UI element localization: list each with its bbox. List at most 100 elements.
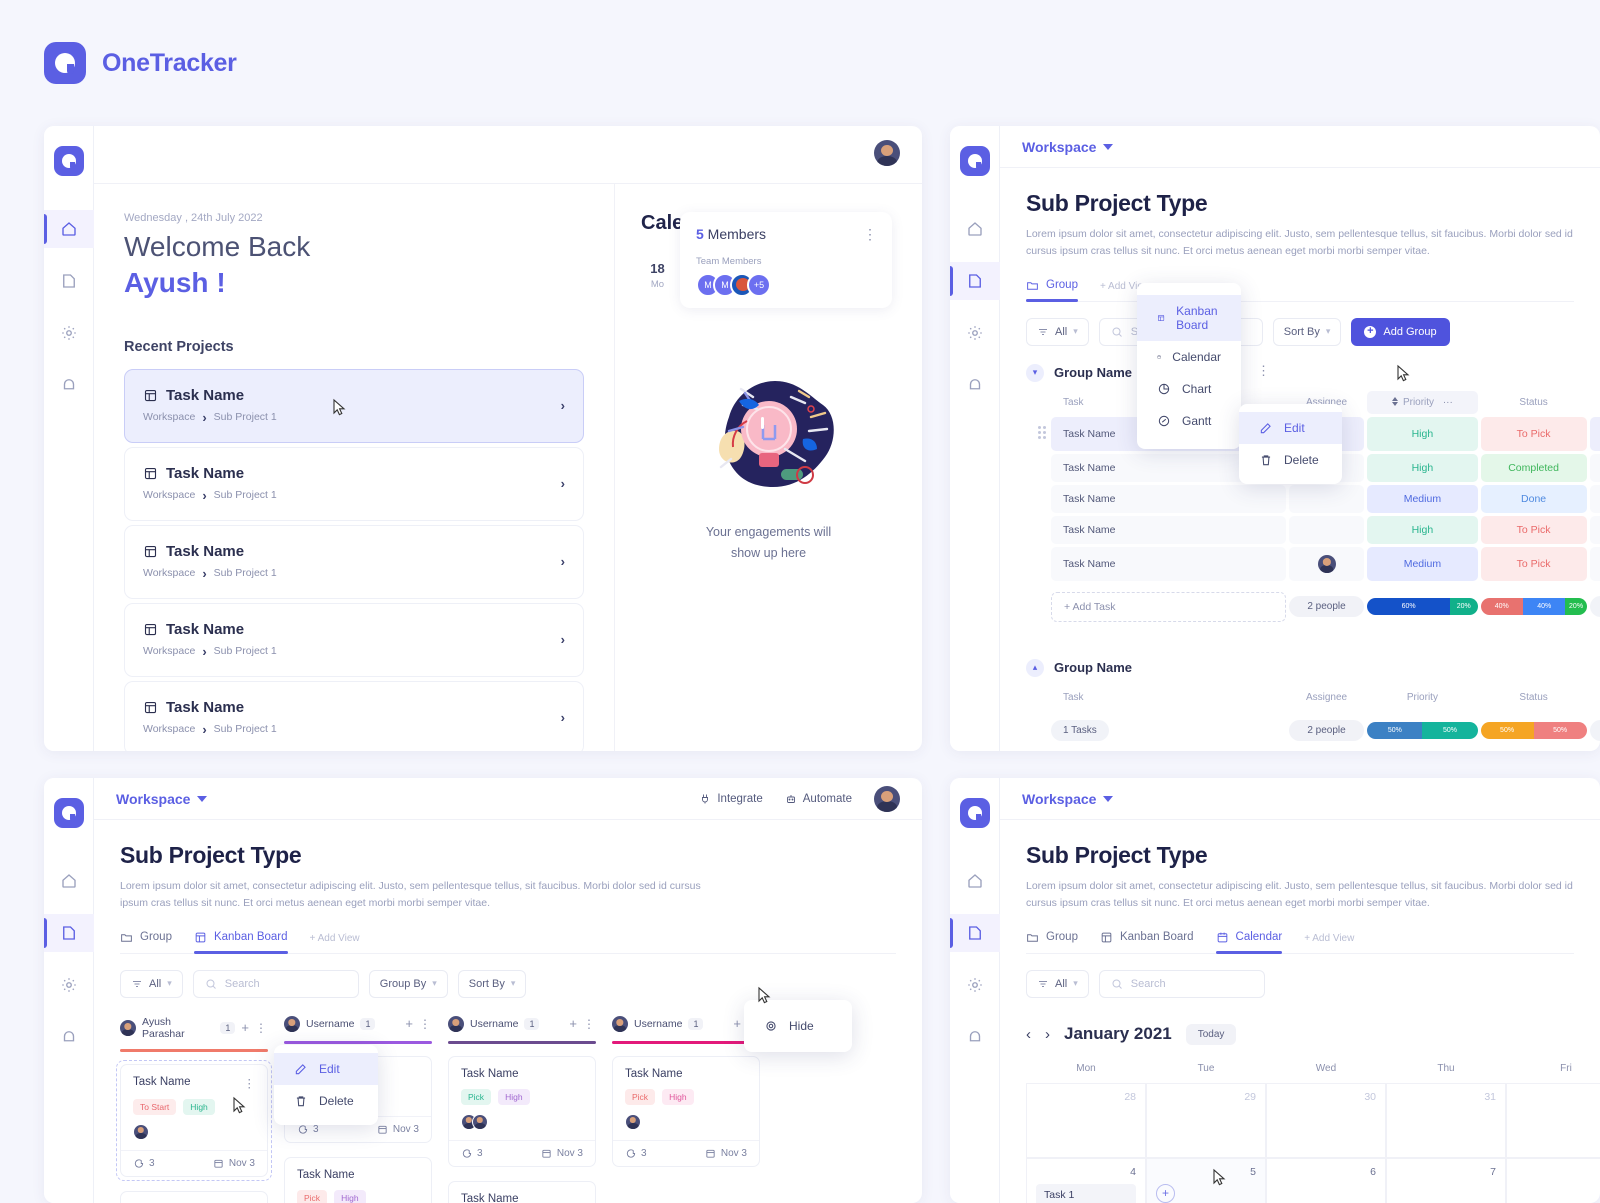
calendar-cell[interactable]: 30 bbox=[1266, 1083, 1386, 1158]
sidebar-item-notifications[interactable] bbox=[44, 1018, 94, 1056]
sidebar-logo-icon[interactable] bbox=[54, 798, 84, 828]
tab-calendar[interactable]: Calendar bbox=[1216, 931, 1283, 953]
sidebar-logo-icon[interactable] bbox=[960, 798, 990, 828]
sidebar-item-notifications[interactable] bbox=[950, 366, 1000, 404]
cell-start-date[interactable]: 26th Nov bbox=[1590, 417, 1600, 451]
table-row[interactable]: Task Name Medium Done 26th Nov 31st Dec bbox=[1051, 485, 1600, 513]
add-card-icon[interactable]: + bbox=[569, 1016, 577, 1031]
filter-button[interactable]: All ▾ bbox=[120, 970, 183, 998]
cell-priority[interactable]: High bbox=[1367, 417, 1477, 451]
sidebar-item-notifications[interactable] bbox=[44, 366, 94, 404]
kebab-menu-icon[interactable]: ⋮ bbox=[255, 1021, 268, 1035]
calendar-day[interactable]: 18 Mo bbox=[641, 255, 674, 299]
cell-status[interactable]: To Pick bbox=[1481, 417, 1587, 451]
avatar-overflow[interactable]: +5 bbox=[747, 273, 771, 297]
chevron-right-icon[interactable]: › bbox=[561, 554, 565, 569]
calendar-cell[interactable]: 28 bbox=[1026, 1083, 1146, 1158]
column-header-status[interactable]: Status bbox=[1481, 686, 1587, 709]
sidebar-item-settings[interactable] bbox=[44, 966, 94, 1004]
group-header[interactable]: ▾ Group Name bbox=[1026, 364, 1574, 382]
calendar-cell[interactable]: 7 bbox=[1386, 1158, 1506, 1203]
calendar-cell[interactable]: 6 bbox=[1266, 1158, 1386, 1203]
cell-assignee[interactable] bbox=[1289, 516, 1365, 544]
add-task-button[interactable]: + Add Task bbox=[1051, 592, 1286, 622]
kanban-card[interactable]: Task Name ⋮ To Start High bbox=[120, 1064, 268, 1177]
workspace-selector[interactable]: Workspace bbox=[1022, 139, 1113, 155]
cell-status[interactable]: Done bbox=[1481, 485, 1587, 513]
automate-button[interactable]: Automate bbox=[785, 793, 852, 805]
today-button[interactable]: Today bbox=[1186, 1024, 1237, 1045]
table-row[interactable]: Task Name Medium To Pick 26th Nov 31st D… bbox=[1051, 547, 1600, 581]
menu-item-chart[interactable]: Chart bbox=[1137, 373, 1241, 405]
tab-group[interactable]: Group bbox=[1026, 931, 1078, 953]
sort-by-button[interactable]: Sort By ▾ bbox=[458, 970, 527, 998]
sort-by-button[interactable]: Sort By ▾ bbox=[1273, 318, 1342, 346]
sidebar-logo-icon[interactable] bbox=[960, 146, 990, 176]
sidebar-item-settings[interactable] bbox=[950, 314, 1000, 352]
sidebar-item-projects[interactable] bbox=[950, 262, 1000, 300]
column-header-task[interactable]: Task bbox=[1051, 686, 1286, 709]
sidebar-item-projects[interactable] bbox=[44, 262, 94, 300]
menu-item-gantt[interactable]: Gantt bbox=[1137, 405, 1241, 437]
cell-task[interactable]: Task Name bbox=[1051, 516, 1286, 544]
sidebar-item-home[interactable] bbox=[44, 862, 94, 900]
tab-group[interactable]: Group bbox=[120, 931, 172, 953]
cell-start-date[interactable]: 26th Nov bbox=[1590, 516, 1600, 544]
chevron-right-icon[interactable]: › bbox=[561, 476, 565, 491]
project-card[interactable]: Task Name Workspace › Sub Project 1 › bbox=[124, 525, 584, 599]
cell-priority[interactable]: Medium bbox=[1367, 485, 1477, 513]
filter-button[interactable]: All ▾ bbox=[1026, 970, 1089, 998]
column-header-priority[interactable]: Priority ··· bbox=[1367, 391, 1477, 414]
chevron-right-icon[interactable]: › bbox=[561, 632, 565, 647]
chevron-down-icon[interactable]: ▾ bbox=[1026, 364, 1044, 382]
calendar-cell[interactable]: 1 bbox=[1506, 1083, 1600, 1158]
cell-start-date[interactable]: 26th Nov bbox=[1590, 485, 1600, 513]
chevron-right-icon[interactable]: › bbox=[1045, 1026, 1050, 1043]
tab-group[interactable]: Group bbox=[1026, 279, 1078, 301]
user-avatar[interactable] bbox=[874, 786, 900, 812]
sidebar-item-home[interactable] bbox=[44, 210, 94, 248]
column-header-start-date[interactable]: Start Date bbox=[1590, 686, 1600, 709]
kanban-card[interactable]: Task Name Pick High 3 bbox=[612, 1056, 760, 1167]
user-avatar[interactable] bbox=[874, 140, 900, 166]
add-view-button[interactable]: + Add View bbox=[310, 933, 360, 953]
calendar-event[interactable]: Task 1 bbox=[1036, 1184, 1136, 1203]
cell-priority[interactable]: High bbox=[1367, 516, 1477, 544]
sidebar-item-notifications[interactable] bbox=[950, 1018, 1000, 1056]
chevron-up-icon[interactable]: ▴ bbox=[1026, 659, 1044, 677]
workspace-selector[interactable]: Workspace bbox=[1022, 791, 1113, 807]
workspace-selector[interactable]: Workspace bbox=[116, 791, 207, 807]
tab-kanban-board[interactable]: Kanban Board bbox=[194, 931, 288, 953]
kanban-card[interactable]: Task Name Pick High bbox=[448, 1056, 596, 1167]
project-card[interactable]: Task Name Workspace › Sub Project 1 › bbox=[124, 447, 584, 521]
add-group-button[interactable]: + Add Group bbox=[1351, 318, 1449, 346]
drag-handle[interactable] bbox=[1038, 426, 1046, 439]
calendar-cell[interactable]: 5 + bbox=[1146, 1158, 1266, 1203]
column-header-priority[interactable]: Priority bbox=[1367, 686, 1477, 709]
cell-task[interactable]: Task Name bbox=[1051, 547, 1286, 581]
integrate-button[interactable]: Integrate bbox=[699, 793, 762, 805]
group-by-button[interactable]: Group By ▾ bbox=[369, 970, 448, 998]
cell-task[interactable]: Task Name bbox=[1051, 485, 1286, 513]
menu-item-delete[interactable]: Delete bbox=[1239, 444, 1342, 476]
add-card-icon[interactable]: + bbox=[733, 1016, 741, 1031]
column-header-assignee[interactable]: Assignee bbox=[1289, 686, 1365, 709]
kebab-menu-icon[interactable]: ⋮ bbox=[863, 226, 878, 243]
cell-assignee[interactable] bbox=[1289, 547, 1365, 581]
add-view-button[interactable]: + Add View bbox=[1304, 933, 1354, 953]
search-input[interactable]: Search bbox=[1099, 970, 1265, 998]
group-header[interactable]: ▴ Group Name bbox=[1026, 659, 1574, 677]
sidebar-item-projects[interactable] bbox=[950, 914, 1000, 952]
project-card[interactable]: Task Name Workspace › Sub Project 1 › bbox=[124, 369, 584, 443]
cell-start-date[interactable]: 26th Nov bbox=[1590, 454, 1600, 482]
sort-icon[interactable] bbox=[1392, 397, 1398, 406]
project-card[interactable]: Task Name Workspace › Sub Project 1 › bbox=[124, 603, 584, 677]
cell-status[interactable]: To Pick bbox=[1481, 547, 1587, 581]
calendar-cell[interactable]: 29 bbox=[1146, 1083, 1266, 1158]
cell-priority[interactable]: High bbox=[1367, 454, 1477, 482]
menu-item-hide[interactable]: Hide bbox=[744, 1010, 852, 1042]
menu-item-edit[interactable]: Edit bbox=[1239, 412, 1342, 444]
menu-item-kanban-board[interactable]: Kanban Board bbox=[1137, 295, 1241, 341]
column-header-status[interactable]: Status bbox=[1481, 391, 1587, 414]
filter-button[interactable]: All ▾ bbox=[1026, 318, 1089, 346]
